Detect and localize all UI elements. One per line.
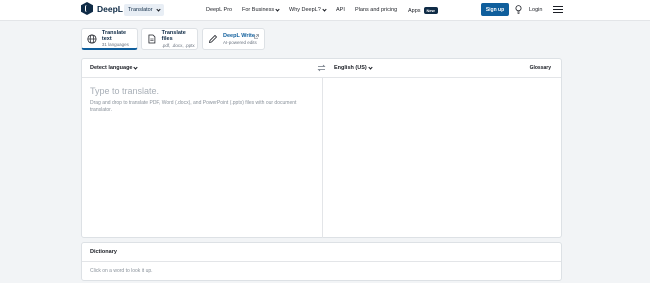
brand-name: DeepL [97, 3, 123, 14]
nav-api[interactable]: API [336, 7, 345, 13]
chevron-down-icon [155, 6, 161, 12]
source-language-label: Detect language [90, 65, 133, 71]
nav-deepl-pro[interactable]: DeepL Pro [206, 7, 232, 13]
nav-for-business[interactable]: For Business [242, 6, 280, 13]
product-switch-dropdown[interactable]: Translator [124, 4, 164, 16]
deepl-logo-icon [81, 2, 93, 15]
nav-why-deepl[interactable]: Why DeepL? [289, 6, 327, 13]
chevron-down-icon [322, 6, 327, 12]
panel-divider [322, 78, 323, 238]
nav-label: API [336, 7, 345, 13]
nav-label: Apps [408, 7, 421, 14]
chevron-down-icon [133, 64, 139, 70]
tab-subtitle: 31 languages [101, 42, 129, 48]
glossary-button[interactable]: Glossary [530, 65, 551, 71]
tab-subtitle: AI-powered edits [223, 39, 257, 45]
file-icon [148, 34, 156, 44]
dictionary-title: Dictionary [90, 249, 117, 255]
tab-translate-text[interactable]: Translate text 31 languages [81, 28, 138, 50]
language-bar: Detect language English (US) Glossary [82, 59, 561, 78]
dictionary-panel: Dictionary Click on a word to look it up… [81, 242, 562, 281]
nav-apps[interactable]: Apps New [408, 7, 438, 14]
top-navigation: DeepL Translator DeepL Pro For Business … [0, 0, 650, 21]
dictionary-hint: Click on a word to look it up. [90, 268, 153, 274]
target-language-select[interactable]: English (US) [334, 64, 373, 71]
external-link-icon [254, 34, 259, 39]
login-link[interactable]: Login [529, 7, 542, 13]
drop-hint: Drag and drop to translate PDF, Word (.d… [90, 100, 297, 114]
nav-label: Plans and pricing [355, 7, 398, 13]
tab-subtitle: .pdf, .docx, .pptx [161, 42, 195, 48]
source-text-input[interactable]: Type to translate. Drag and drop to tran… [90, 86, 315, 115]
new-badge: New [423, 7, 438, 14]
source-placeholder: Type to translate. [90, 86, 160, 96]
swap-languages-icon[interactable] [317, 64, 326, 72]
pen-icon [208, 34, 218, 44]
target-language-label: English (US) [334, 65, 367, 71]
lightbulb-icon[interactable] [515, 5, 522, 14]
signup-button[interactable]: Sign up [481, 3, 509, 16]
divider [82, 261, 561, 262]
nav-plans-pricing[interactable]: Plans and pricing [355, 7, 397, 13]
nav-label: Why DeepL? [289, 7, 321, 13]
brand-logo-link[interactable]: DeepL [81, 2, 123, 15]
hamburger-menu-icon[interactable] [553, 6, 563, 13]
tab-title: Translate files [161, 30, 186, 43]
source-language-select[interactable]: Detect language [90, 64, 139, 71]
chevron-down-icon [368, 64, 373, 70]
chevron-down-icon [275, 6, 280, 12]
tab-deepl-write[interactable]: DeepL Write AI-powered edits [202, 28, 265, 50]
nav-label: For Business [242, 7, 275, 13]
tab-translate-files[interactable]: Translate files .pdf, .docx, .pptx [141, 28, 198, 50]
nav-label: DeepL Pro [206, 7, 233, 13]
product-switch-label: Translator [128, 7, 153, 13]
translator-panel: Detect language English (US) Glossary Ty… [81, 58, 562, 238]
tab-title: Translate text [101, 29, 127, 42]
globe-icon [87, 33, 97, 44]
